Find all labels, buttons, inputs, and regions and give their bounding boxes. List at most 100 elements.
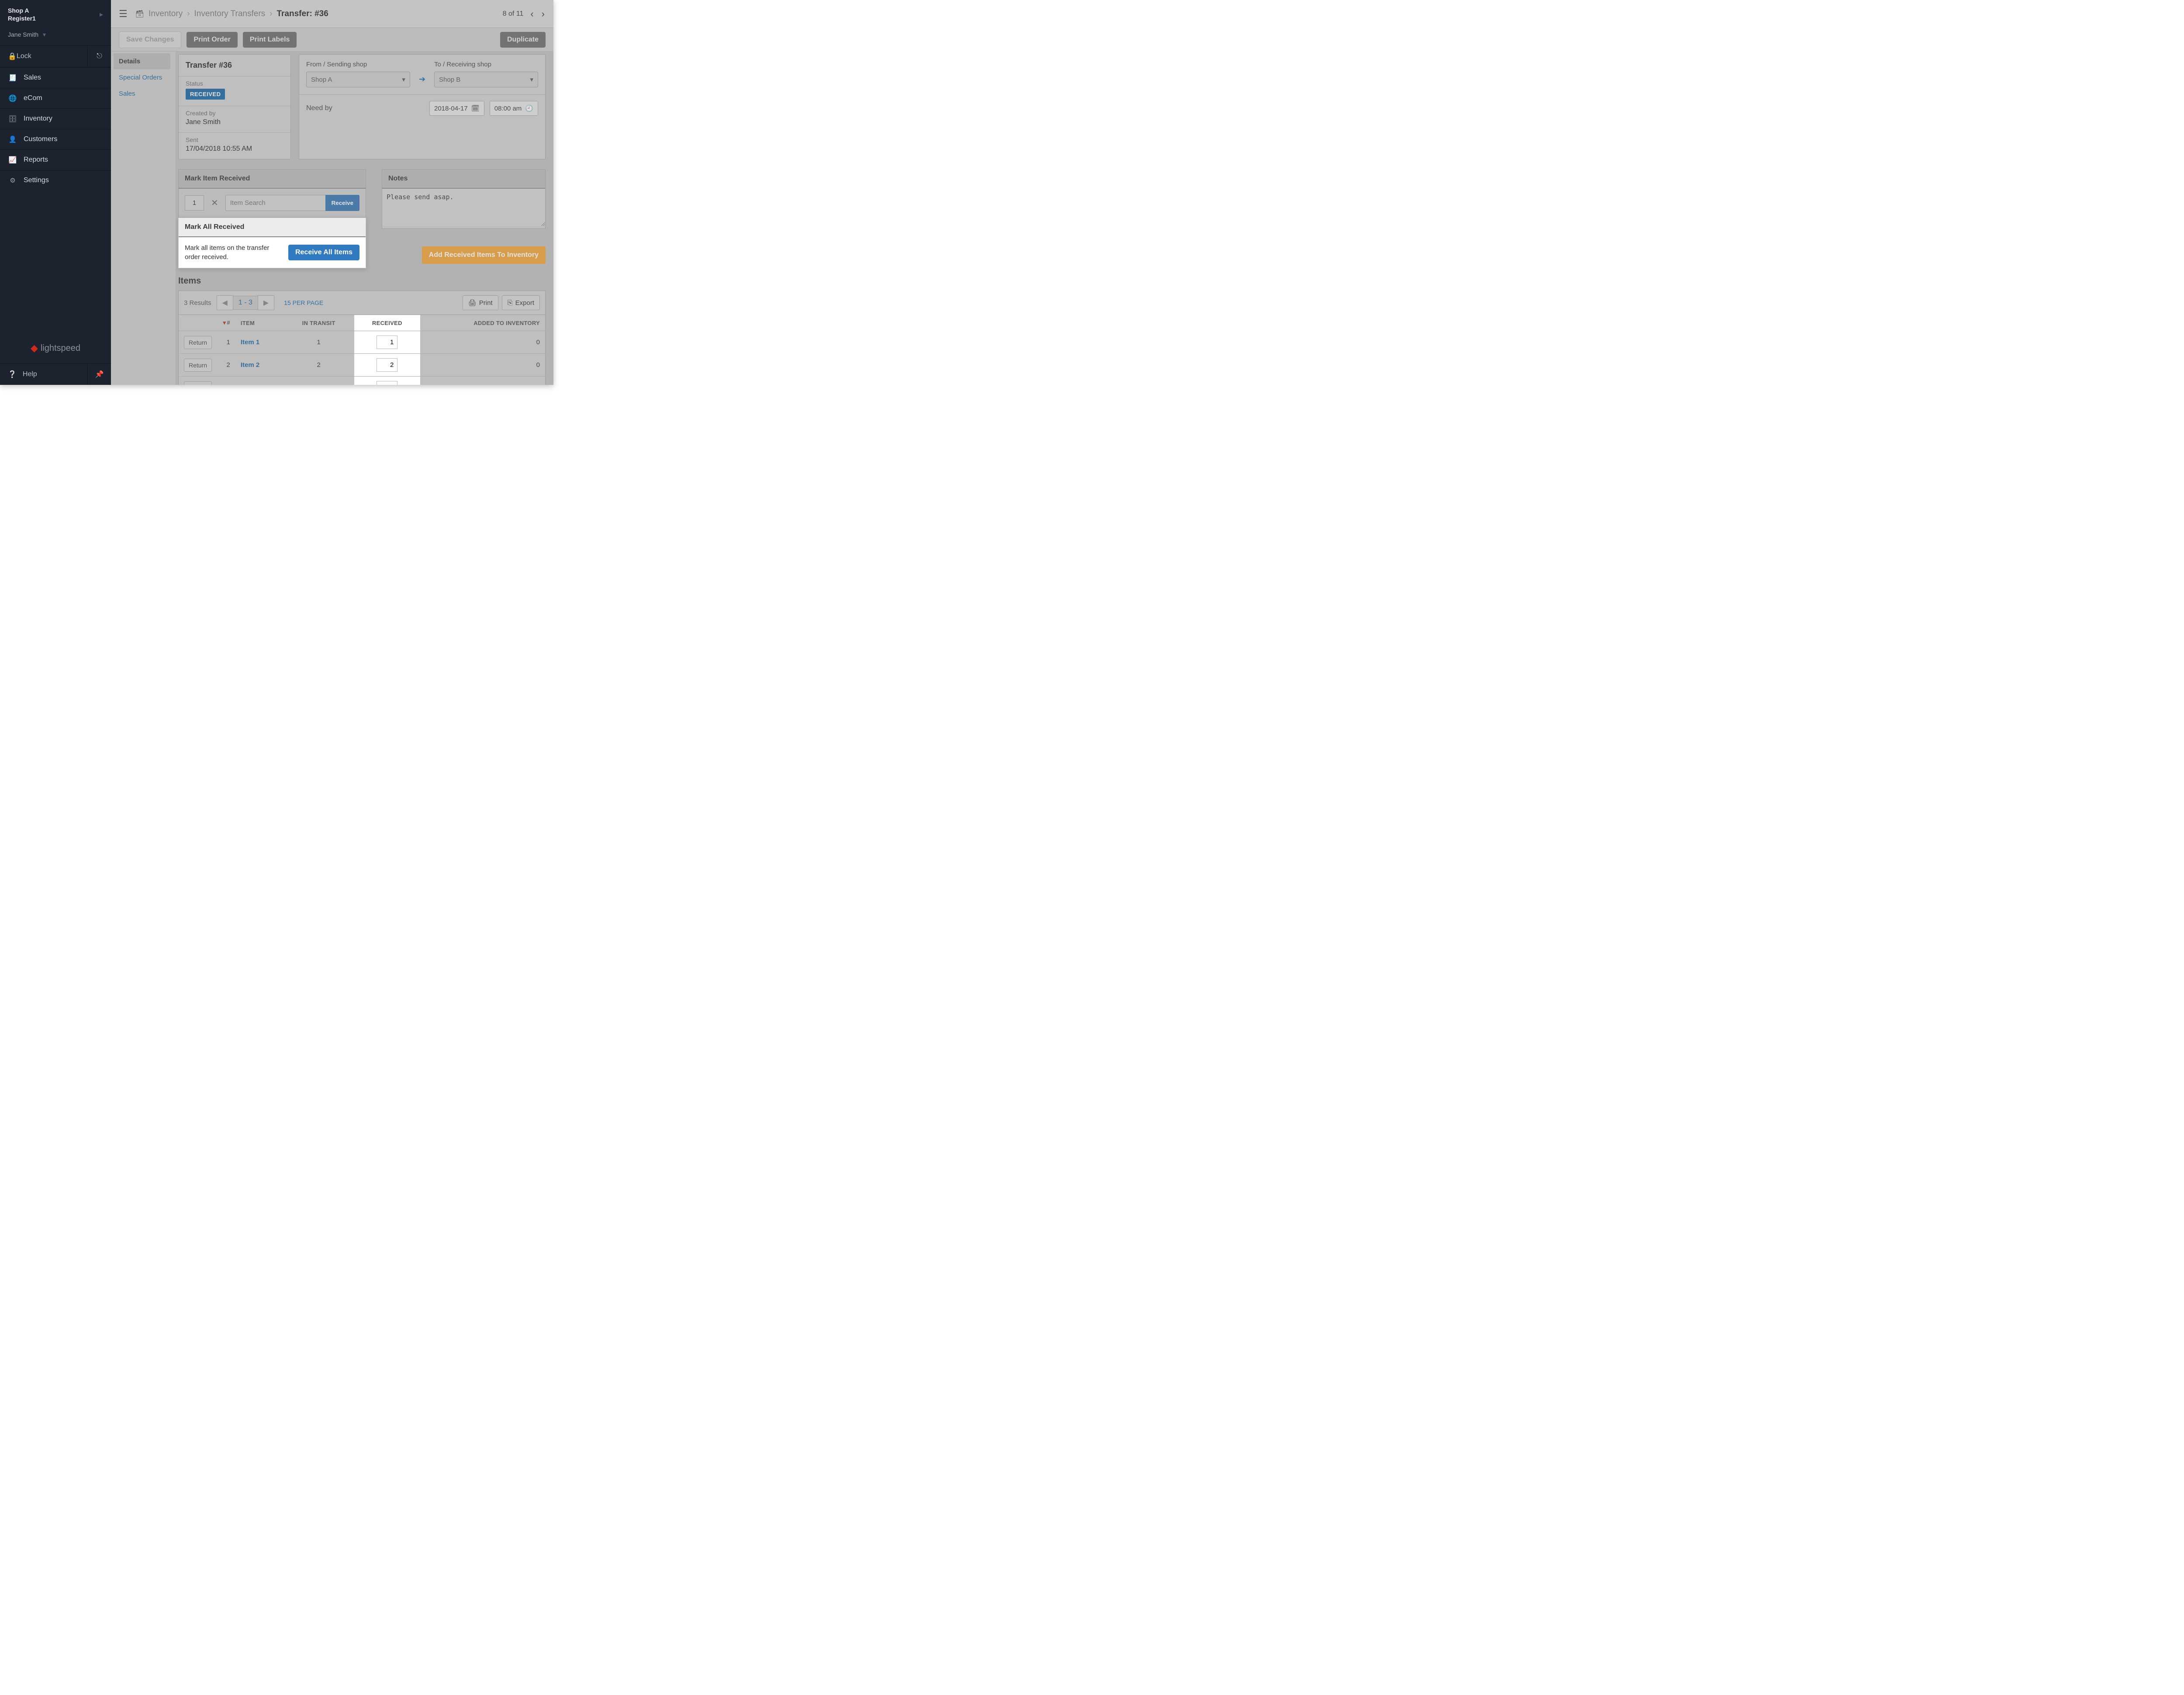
print-items-button[interactable]: 🖨Print: [463, 295, 498, 310]
row-number: 2: [218, 354, 235, 377]
qty-input[interactable]: 1: [185, 195, 204, 211]
nav-ecom[interactable]: 🌐eCom: [0, 88, 111, 108]
received-input[interactable]: [377, 336, 397, 349]
prev-record-button[interactable]: ‹: [529, 8, 534, 20]
col-received[interactable]: RECEIVED: [354, 315, 420, 331]
gear-icon: ⚙: [8, 176, 17, 184]
from-shop-label: From / Sending shop: [306, 61, 410, 68]
time-value: 08:00 am: [494, 105, 522, 112]
nav-settings[interactable]: ⚙Settings: [0, 170, 111, 190]
mark-all-text: Mark all items on the transfer order rec…: [185, 243, 282, 262]
return-button[interactable]: Return: [184, 336, 212, 349]
col-number[interactable]: ▾#: [218, 315, 235, 331]
col-in-transit[interactable]: IN TRANSIT: [283, 315, 354, 331]
nav-sales[interactable]: 🧾Sales: [0, 67, 111, 88]
pager-prev[interactable]: ◀: [217, 295, 233, 310]
user-name: Jane Smith: [8, 31, 38, 38]
sent-value: 17/04/2018 10:55 AM: [186, 145, 283, 153]
transfer-title: Transfer #36: [179, 55, 290, 76]
shops-panel: From / Sending shop Shop A ▾ ➔ To / Rece…: [299, 54, 546, 159]
export-items-button[interactable]: ⎘Export: [502, 295, 540, 310]
sent-label: Sent: [186, 136, 283, 143]
menu-icon[interactable]: ☰: [119, 8, 128, 20]
nav-label: Reports: [24, 156, 48, 164]
signout-button[interactable]: ⎋: [87, 46, 111, 67]
help-button[interactable]: ❔ Help: [0, 364, 87, 385]
from-shop-select[interactable]: Shop A ▾: [306, 72, 410, 87]
item-search-input[interactable]: [225, 195, 325, 211]
per-page-select[interactable]: 15 PER PAGE: [284, 299, 323, 306]
items-toolbar: 3 Results ◀ 1 - 3 ▶ 15 PER PAGE 🖨Print ⎘…: [178, 291, 546, 315]
briefcase-icon: 🗃: [135, 10, 144, 18]
export-icon: ⎘: [508, 299, 513, 307]
to-shop-value: Shop B: [439, 76, 460, 83]
signout-icon: ⎋: [97, 52, 102, 60]
sidebar-shop-switcher[interactable]: Shop A Register1 ▸: [0, 0, 111, 27]
chevron-right-icon: ›: [187, 9, 190, 19]
subnav-special-orders[interactable]: Special Orders: [114, 69, 170, 86]
pin-sidebar-button[interactable]: 📌: [87, 364, 111, 385]
brand-name: lightspeed: [41, 343, 80, 353]
return-button[interactable]: Return: [184, 381, 212, 385]
in-transit-value: 3: [283, 377, 354, 385]
receive-button[interactable]: Receive: [325, 195, 359, 211]
sidebar: Shop A Register1 ▸ Jane Smith ▾ 🔒 Lock ⎋…: [0, 0, 111, 385]
notes-textarea[interactable]: [382, 188, 545, 226]
status-label: Status: [186, 80, 283, 87]
item-link[interactable]: Item 1: [241, 339, 259, 346]
need-by-time-input[interactable]: 08:00 am 🕘: [490, 101, 538, 116]
receive-all-items-button[interactable]: Receive All Items: [288, 245, 359, 260]
added-value: 0: [420, 331, 546, 354]
need-by-label: Need by: [306, 104, 424, 112]
table-row: Return 3 Item 3 3 0: [179, 377, 546, 385]
print-labels-button[interactable]: Print Labels: [243, 32, 297, 48]
mark-all-title: Mark All Received: [179, 218, 366, 237]
subnav-sales[interactable]: Sales: [114, 86, 170, 102]
next-record-button[interactable]: ›: [541, 8, 546, 20]
mark-item-received-panel: Mark Item Received 1 ✕ Receive: [178, 169, 366, 218]
caret-down-icon: ▾: [43, 31, 46, 38]
nav-inventory[interactable]: 🗄Inventory: [0, 108, 111, 129]
received-input[interactable]: [377, 381, 397, 385]
subnav-details[interactable]: Details: [114, 53, 170, 69]
to-shop-select[interactable]: Shop B ▾: [434, 72, 538, 87]
transfer-summary-panel: Transfer #36 Status RECEIVED Created by …: [178, 54, 291, 159]
results-count: 3 Results: [184, 299, 211, 307]
items-table: ▾# ITEM IN TRANSIT RECEIVED ADDED TO INV…: [178, 315, 546, 385]
flame-icon: ◆: [31, 342, 38, 354]
shop-name: Shop A: [8, 7, 36, 14]
duplicate-button[interactable]: Duplicate: [500, 32, 546, 48]
crumb-transfers[interactable]: Inventory Transfers: [194, 9, 266, 19]
brand-logo: ◆ lightspeed: [0, 334, 111, 363]
export-label: Export: [515, 299, 534, 307]
calendar-icon: 🗓: [471, 104, 480, 112]
register-icon: 🧾: [8, 74, 17, 82]
need-by-date-input[interactable]: 2018-04-17 🗓: [429, 101, 484, 116]
sidebar-user-menu[interactable]: Jane Smith ▾: [0, 27, 111, 45]
sort-desc-icon: ▾: [223, 319, 226, 326]
box-icon: 🗄: [8, 115, 17, 123]
add-received-to-inventory-button[interactable]: Add Received Items To Inventory: [422, 246, 546, 264]
created-by-label: Created by: [186, 110, 283, 117]
clear-qty-button[interactable]: ✕: [208, 197, 221, 208]
print-order-button[interactable]: Print Order: [187, 32, 237, 48]
from-shop-value: Shop A: [311, 76, 332, 83]
nav-reports[interactable]: 📈Reports: [0, 149, 111, 170]
lock-button[interactable]: 🔒 Lock: [0, 46, 87, 67]
pager-next[interactable]: ▶: [258, 295, 274, 310]
col-added-to-inventory[interactable]: ADDED TO INVENTORY: [420, 315, 546, 331]
save-button[interactable]: Save Changes: [119, 31, 181, 48]
item-link[interactable]: Item 2: [241, 361, 259, 369]
return-button[interactable]: Return: [184, 359, 212, 372]
item-link[interactable]: Item 3: [241, 384, 259, 385]
crumb-inventory[interactable]: Inventory: [149, 9, 183, 19]
clock-icon: 🕘: [525, 104, 533, 112]
col-action: [179, 315, 218, 331]
table-row: Return 1 Item 1 1 0: [179, 331, 546, 354]
status-badge: RECEIVED: [186, 89, 225, 100]
received-input[interactable]: [377, 358, 397, 372]
chevron-down-icon: ▾: [530, 76, 533, 83]
nav-customers[interactable]: 👤Customers: [0, 129, 111, 149]
notes-title: Notes: [382, 170, 545, 188]
col-item[interactable]: ITEM: [235, 315, 283, 331]
